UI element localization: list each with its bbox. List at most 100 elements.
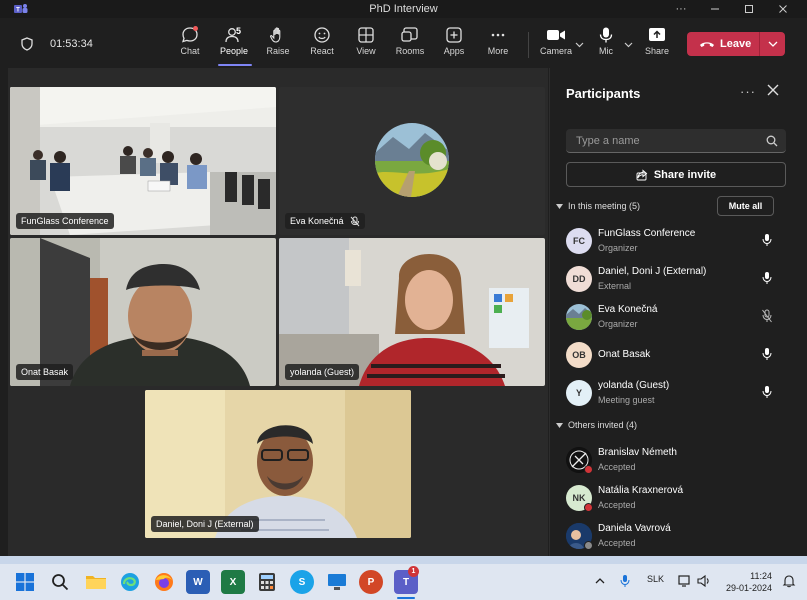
- rooms-button[interactable]: Rooms: [390, 26, 430, 62]
- search-icon[interactable]: [51, 573, 69, 591]
- active-app-indicator: [397, 597, 415, 599]
- in-meeting-section-header[interactable]: In this meeting (5): [556, 201, 640, 211]
- people-button[interactable]: 5 People: [214, 26, 254, 62]
- microphone-icon[interactable]: [762, 233, 772, 247]
- leave-options-button[interactable]: [759, 32, 785, 56]
- camera-button[interactable]: Camera: [536, 26, 576, 62]
- microphone-icon: [599, 27, 613, 43]
- firefox-browser-icon[interactable]: [152, 570, 176, 594]
- invited-row[interactable]: Daniela Vavrová Accepted: [566, 518, 790, 554]
- maximize-button[interactable]: [732, 0, 766, 18]
- chevron-up-icon[interactable]: [595, 577, 605, 585]
- apps-button[interactable]: Apps: [434, 26, 474, 62]
- others-invited-section-header[interactable]: Others invited (4): [556, 420, 637, 430]
- share-invite-button[interactable]: Share invite: [566, 162, 786, 187]
- react-icon: [314, 27, 330, 43]
- view-grid-icon: [358, 27, 374, 43]
- participant-name-tag: Eva Konečná: [285, 213, 365, 229]
- edge-browser-icon[interactable]: [118, 570, 142, 594]
- participant-row[interactable]: OB Onat Basak: [566, 337, 790, 373]
- people-count-badge: 5: [236, 26, 242, 36]
- microphone-icon[interactable]: [762, 347, 772, 361]
- share-icon: [636, 168, 648, 180]
- video-tile-daniel[interactable]: Daniel, Doni J (External): [145, 390, 411, 538]
- network-icon[interactable]: [678, 574, 692, 588]
- video-tile-yolanda[interactable]: yolanda (Guest): [279, 238, 545, 386]
- panel-more-options-icon[interactable]: ···: [740, 84, 756, 99]
- mic-muted-icon: [350, 216, 359, 226]
- powerpoint-app-icon[interactable]: P: [359, 570, 383, 594]
- search-icon: [766, 135, 778, 147]
- meeting-toolbar: 01:53:34 Chat 5 People Raise React View …: [0, 18, 807, 68]
- participant-row[interactable]: Y yolanda (Guest) Meeting guest: [566, 375, 790, 411]
- more-options-icon[interactable]: ···: [664, 0, 698, 18]
- more-button[interactable]: More: [478, 26, 518, 62]
- invited-row[interactable]: Branislav Németh Accepted: [566, 442, 790, 478]
- react-button[interactable]: React: [302, 26, 342, 62]
- word-app-icon[interactable]: W: [186, 570, 210, 594]
- skype-app-icon[interactable]: S: [290, 570, 314, 594]
- notification-bell-icon[interactable]: [782, 574, 796, 588]
- avatar: OB: [566, 342, 592, 368]
- participant-search[interactable]: [566, 129, 786, 153]
- system-clock[interactable]: 11:24 29-01-2024: [724, 570, 772, 594]
- rooms-icon: [401, 27, 418, 42]
- title-bar: T PhD Interview ···: [0, 0, 807, 18]
- participant-name-tag: Onat Basak: [16, 364, 74, 380]
- input-language-indicator[interactable]: SLK: [647, 574, 664, 584]
- calculator-app-icon[interactable]: [255, 570, 279, 594]
- presence-offline-dot: [584, 541, 593, 550]
- teams-taskbar-icon[interactable]: T 1: [394, 566, 419, 594]
- raise-hand-icon: [269, 27, 281, 43]
- participants-panel: Participants ··· Share invite In this me…: [549, 68, 799, 556]
- participant-name-tag: yolanda (Guest): [285, 364, 360, 380]
- microphone-icon[interactable]: [762, 385, 772, 399]
- eva-avatar-image: [375, 123, 449, 197]
- participant-row[interactable]: FC FunGlass Conference Organizer: [566, 223, 790, 259]
- participant-name-tag: FunGlass Conference: [16, 213, 114, 229]
- close-icon[interactable]: [766, 83, 780, 97]
- file-explorer-icon[interactable]: [84, 570, 108, 594]
- video-tile-eva[interactable]: Eva Konečná: [279, 87, 545, 235]
- mic-button[interactable]: Mic: [586, 26, 626, 62]
- close-window-button[interactable]: [766, 0, 800, 18]
- leave-button[interactable]: Leave: [687, 32, 759, 56]
- people-active-indicator: [218, 64, 252, 66]
- volume-icon[interactable]: [697, 574, 711, 588]
- participant-row[interactable]: Eva Konečná Organizer: [566, 299, 790, 335]
- avatar: [566, 304, 592, 330]
- avatar: Y: [566, 380, 592, 406]
- mic-muted-icon[interactable]: [762, 309, 772, 323]
- share-button[interactable]: Share: [637, 26, 677, 62]
- participant-search-input[interactable]: [566, 129, 756, 153]
- camera-options-chevron-icon[interactable]: [575, 40, 584, 50]
- video-tile-onat[interactable]: Onat Basak: [10, 238, 276, 386]
- participant-name-tag: Daniel, Doni J (External): [151, 516, 259, 532]
- eva-avatar-thumbnail: [566, 304, 592, 330]
- raise-hand-button[interactable]: Raise: [258, 26, 298, 62]
- chat-button[interactable]: Chat: [170, 26, 210, 62]
- chevron-down-icon: [556, 422, 563, 428]
- more-dots-icon: [491, 33, 505, 37]
- microphone-icon[interactable]: [762, 271, 772, 285]
- view-button[interactable]: View: [346, 26, 386, 62]
- minimize-button[interactable]: [698, 0, 732, 18]
- microphone-in-use-icon[interactable]: [620, 574, 630, 588]
- participant-row[interactable]: DD Daniel, Doni J (External) External: [566, 261, 790, 297]
- video-tile-funglass[interactable]: FunGlass Conference: [10, 87, 276, 235]
- mute-all-button[interactable]: Mute all: [717, 196, 774, 216]
- presence-busy-dot: [584, 465, 593, 474]
- video-stage: FunGlass Conference Eva Konečná Onat Bas…: [8, 68, 548, 556]
- remote-desktop-icon[interactable]: [325, 570, 349, 594]
- presence-busy-dot: [584, 503, 593, 512]
- hang-up-icon: [700, 42, 714, 47]
- windows-start-icon[interactable]: [16, 573, 34, 591]
- mic-options-chevron-icon[interactable]: [624, 40, 633, 50]
- excel-app-icon[interactable]: X: [221, 570, 245, 594]
- teams-notification-badge: 1: [408, 566, 419, 577]
- leave-button-group: Leave: [687, 32, 785, 56]
- camera-icon: [547, 30, 565, 40]
- invited-row[interactable]: NK Natália Kraxnerová Accepted: [566, 480, 790, 516]
- chevron-down-icon: [556, 203, 563, 209]
- apps-plus-icon: [446, 27, 462, 43]
